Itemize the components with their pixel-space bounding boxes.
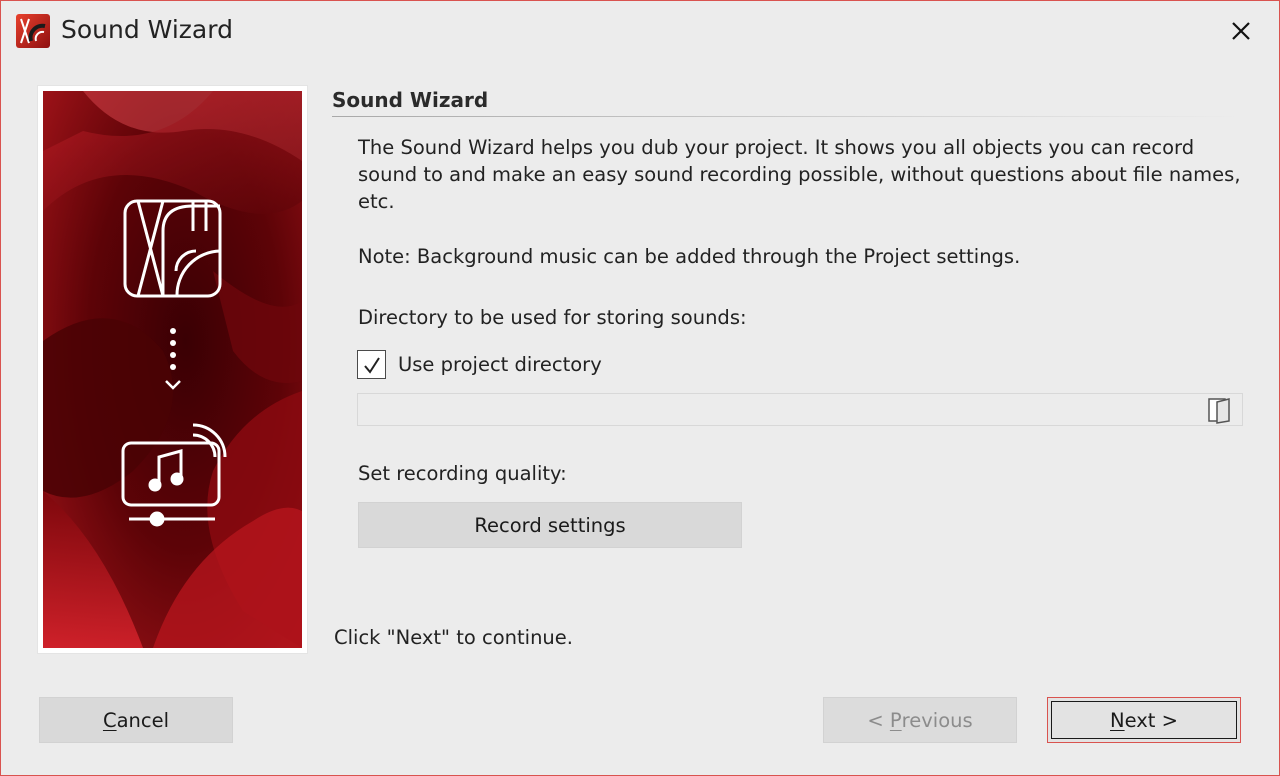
previous-button[interactable]: < Previous	[823, 697, 1017, 743]
next-button[interactable]: Next >	[1047, 697, 1241, 743]
background-music-note: Note: Background music can be added thro…	[358, 245, 1021, 268]
sound-wizard-window: Sound Wizard Sound Wizard The Sound Wiza…	[0, 0, 1280, 776]
cancel-label-rest: ancel	[116, 708, 170, 732]
directory-path-field	[357, 393, 1243, 426]
next-label-rest: ext >	[1124, 708, 1178, 732]
directory-label: Directory to be used for storing sounds:	[358, 306, 747, 329]
use-project-directory-checkbox[interactable]	[357, 350, 386, 379]
previous-prefix: <	[867, 708, 890, 732]
section-title: Sound Wizard	[332, 88, 489, 112]
next-accel: N	[1110, 708, 1125, 732]
record-settings-button[interactable]: Record settings	[358, 502, 742, 548]
previous-accel: P	[889, 708, 902, 732]
cancel-button[interactable]: Cancel	[39, 697, 233, 743]
cancel-accel: C	[102, 708, 117, 732]
folder-browse-icon	[1208, 398, 1230, 424]
recording-quality-label: Set recording quality:	[358, 462, 567, 485]
browse-folder-button[interactable]	[1206, 396, 1232, 424]
section-divider	[332, 116, 1242, 117]
use-project-directory-row[interactable]: Use project directory	[357, 349, 602, 380]
window-title: Sound Wizard	[61, 15, 233, 44]
app-logo-icon	[16, 14, 50, 48]
close-icon	[1232, 22, 1250, 40]
continue-hint: Click "Next" to continue.	[334, 626, 573, 649]
next-button-focus-ring: Next >	[1051, 701, 1237, 739]
use-project-directory-label[interactable]: Use project directory	[398, 353, 602, 376]
wizard-description: The Sound Wizard helps you dub your proj…	[358, 136, 1241, 213]
close-button[interactable]	[1225, 15, 1257, 47]
directory-path-input[interactable]	[358, 394, 1214, 425]
title-bar: Sound Wizard	[1, 1, 1279, 63]
wizard-side-image-frame	[38, 86, 307, 653]
previous-label-rest: revious	[901, 708, 973, 732]
checkmark-icon	[363, 356, 380, 374]
wizard-side-image	[43, 91, 302, 648]
